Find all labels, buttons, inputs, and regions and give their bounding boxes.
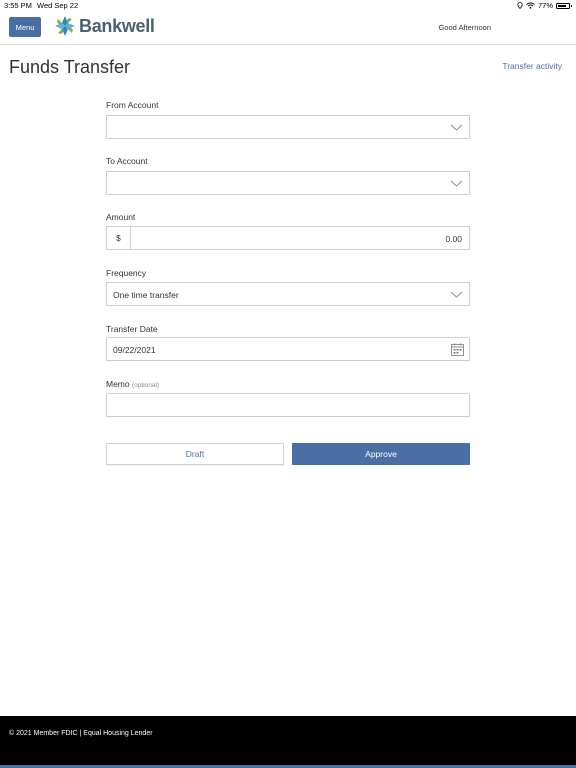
status-bar: 3:55 PM Wed Sep 22 77% [0, 0, 576, 12]
from-account-select[interactable] [106, 115, 470, 139]
chevron-down-icon [450, 124, 463, 131]
amount-input[interactable]: $ 0.00 [106, 226, 470, 250]
status-indicators: 77% [517, 1, 572, 10]
bankwell-logo-icon [55, 16, 75, 36]
calendar-icon[interactable] [451, 343, 464, 356]
transfer-date-value: 09/22/2021 [113, 345, 156, 355]
amount-label: Amount [106, 212, 136, 222]
status-time: 3:55 PM [4, 1, 32, 10]
wifi-icon [526, 2, 535, 9]
top-header: Menu Bankwell Good Afternoon [0, 12, 576, 45]
greeting-text: Good Afternoon [438, 23, 491, 32]
page-title: Funds Transfer [9, 57, 131, 77]
memo-optional-hint: (optional) [132, 382, 160, 389]
transfer-activity-link[interactable]: Transfer activity [502, 61, 562, 71]
location-icon [517, 2, 523, 9]
page-footer: © 2021 Member FDIC | Equal Housing Lende… [0, 716, 576, 768]
status-date: Wed Sep 22 [37, 1, 79, 10]
transfer-date-label: Transfer Date [106, 324, 158, 334]
chevron-down-icon [450, 180, 463, 187]
currency-symbol: $ [107, 227, 131, 249]
frequency-select[interactable]: One time transfer [106, 282, 470, 306]
to-account-label: To Account [106, 156, 148, 166]
memo-label-text: Memo [106, 379, 130, 389]
from-account-label: From Account [106, 100, 159, 110]
menu-button[interactable]: Menu [9, 17, 41, 37]
memo-input[interactable] [106, 393, 470, 417]
footer-text: © 2021 Member FDIC | Equal Housing Lende… [9, 730, 153, 737]
amount-value: 0.00 [445, 234, 462, 244]
logo-text: Bankwell [79, 15, 155, 36]
draft-button[interactable]: Draft [106, 443, 284, 465]
battery-percent: 77% [537, 1, 553, 10]
battery-icon [556, 2, 572, 9]
transfer-date-input[interactable]: 09/22/2021 [106, 337, 470, 361]
memo-label: Memo (optional) [106, 379, 159, 389]
chevron-down-icon [450, 291, 463, 298]
frequency-label: Frequency [106, 268, 147, 278]
approve-button[interactable]: Approve [292, 443, 470, 465]
bankwell-logo[interactable]: Bankwell [54, 15, 155, 37]
frequency-value: One time transfer [113, 290, 179, 300]
to-account-select[interactable] [106, 171, 470, 195]
